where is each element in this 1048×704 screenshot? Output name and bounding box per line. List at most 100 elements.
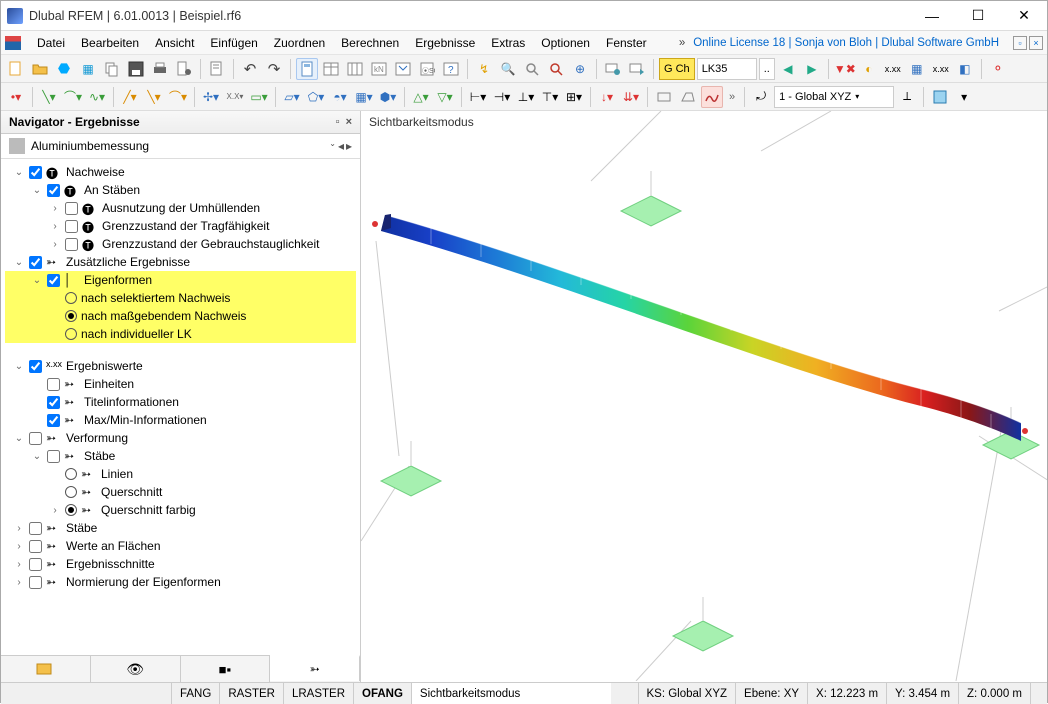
- axes-icon[interactable]: ✢▾: [200, 86, 222, 108]
- hinge4-icon[interactable]: ⊤▾: [539, 86, 561, 108]
- xxx2-icon[interactable]: x.xx: [930, 58, 952, 80]
- chk-titel[interactable]: [47, 396, 60, 409]
- undo-icon[interactable]: ↶: [239, 58, 261, 80]
- xxx-label-icon[interactable]: x.xx: [882, 58, 904, 80]
- coordsys-dropdown[interactable]: 1 - Global XYZ▾: [774, 86, 894, 108]
- view-box-icon[interactable]: [929, 86, 951, 108]
- help-icon[interactable]: ?: [440, 58, 462, 80]
- ucs-icon[interactable]: ⤾: [750, 86, 772, 108]
- radio-ef1[interactable]: [65, 292, 77, 304]
- view-add-icon[interactable]: ▾: [953, 86, 975, 108]
- hinge3-icon[interactable]: ⊥▾: [515, 86, 537, 108]
- menu-overflow-icon[interactable]: »: [679, 37, 685, 49]
- mdi-restore-icon[interactable]: ▫: [1013, 36, 1027, 50]
- ortho-icon[interactable]: [653, 86, 675, 108]
- loads-icon[interactable]: [392, 58, 414, 80]
- loadcase-dropdown[interactable]: LK35: [697, 58, 757, 80]
- chk-ergwerte[interactable]: [29, 360, 42, 373]
- surf1-icon[interactable]: ▱▾: [281, 86, 303, 108]
- category-next-icon[interactable]: ▸: [346, 139, 352, 153]
- panel-pin-icon[interactable]: ▫: [336, 116, 340, 128]
- loadcase-index[interactable]: ..: [759, 58, 775, 80]
- lc-next-icon[interactable]: ▶: [801, 58, 823, 80]
- tab-results-icon[interactable]: ➳: [270, 655, 360, 681]
- units-icon[interactable]: kN: [368, 58, 390, 80]
- load1-icon[interactable]: ↓▾: [596, 86, 618, 108]
- hinge1-icon[interactable]: ⊢▾: [467, 86, 489, 108]
- panel-close-icon[interactable]: ×: [346, 116, 352, 128]
- navigator-category[interactable]: Aluminiumbemessung ⌄◂▸: [1, 134, 360, 159]
- open-icon[interactable]: [29, 58, 51, 80]
- chk-werteflachen[interactable]: [29, 540, 42, 553]
- arc-icon[interactable]: ⌒▾: [62, 86, 84, 108]
- chk-stabe2[interactable]: [29, 522, 42, 535]
- box-icon[interactable]: ▭▾: [248, 86, 270, 108]
- menu-berechnen[interactable]: Berechnen: [333, 33, 407, 53]
- view-prev-icon[interactable]: [602, 58, 624, 80]
- lc-prev-icon[interactable]: ◀: [777, 58, 799, 80]
- app-logo-icon[interactable]: [5, 36, 21, 50]
- category-chevron-icon[interactable]: ⌄: [329, 139, 336, 153]
- radio-qfarbig[interactable]: [65, 504, 77, 516]
- chk-eigenformen[interactable]: [47, 274, 60, 287]
- chk-zuserg[interactable]: [29, 256, 42, 269]
- find-icon[interactable]: [521, 58, 543, 80]
- center-icon[interactable]: ⊕: [569, 58, 591, 80]
- areas-icon[interactable]: ◧: [954, 58, 976, 80]
- check-icon[interactable]: ⚬: [987, 58, 1009, 80]
- node-icon[interactable]: •▾: [5, 86, 27, 108]
- menu-einfuegen[interactable]: Einfügen: [202, 33, 265, 53]
- surf4-icon[interactable]: ▦▾: [353, 86, 375, 108]
- line-icon[interactable]: ╲▾: [38, 86, 60, 108]
- snap-ofang[interactable]: OFANG: [353, 683, 411, 704]
- support-icon[interactable]: △▾: [410, 86, 432, 108]
- chk-gzt[interactable]: [65, 220, 78, 233]
- cloud-icon[interactable]: ⬣: [53, 58, 75, 80]
- hinge2-icon[interactable]: ⊣▾: [491, 86, 513, 108]
- report-list-icon[interactable]: [206, 58, 228, 80]
- navigator-tree[interactable]: ⌄🅣Nachweise ⌄🅣An Stäben ›🅣Ausnutzung der…: [1, 159, 360, 655]
- chk-ergschnitte[interactable]: [29, 558, 42, 571]
- hinge5-icon[interactable]: ⊞▾: [563, 86, 585, 108]
- tables-icon[interactable]: [320, 58, 342, 80]
- radio-querschnitt[interactable]: [65, 486, 77, 498]
- minimize-button[interactable]: —: [909, 1, 955, 30]
- menu-fenster[interactable]: Fenster: [598, 33, 655, 53]
- member-icon[interactable]: ╱▾: [119, 86, 141, 108]
- render-icon[interactable]: [701, 86, 723, 108]
- category-prev-icon[interactable]: ◂: [338, 139, 344, 153]
- tab-views-icon[interactable]: ■▪: [181, 656, 271, 682]
- new-icon[interactable]: [5, 58, 27, 80]
- select-mode-icon[interactable]: ↯: [473, 58, 495, 80]
- menu-bearbeiten[interactable]: Bearbeiten: [73, 33, 147, 53]
- chk-normierung[interactable]: [29, 576, 42, 589]
- chk-einheiten[interactable]: [47, 378, 60, 391]
- screenshot-icon[interactable]: 🔍: [497, 58, 519, 80]
- chk-gzg[interactable]: [65, 238, 78, 251]
- persp-icon[interactable]: [677, 86, 699, 108]
- chk-maxmin[interactable]: [47, 414, 60, 427]
- surface-icon[interactable]: ▦: [906, 58, 928, 80]
- copy-icon[interactable]: [101, 58, 123, 80]
- surf5-icon[interactable]: ⬢▾: [377, 86, 399, 108]
- redo-icon[interactable]: ↷: [263, 58, 285, 80]
- menu-extras[interactable]: Extras: [483, 33, 533, 53]
- ucs-set-icon[interactable]: ⟂: [896, 86, 918, 108]
- grid-icon[interactable]: [344, 58, 366, 80]
- snap-raster[interactable]: RASTER: [219, 683, 283, 704]
- chk-verformung[interactable]: [29, 432, 42, 445]
- surf2-icon[interactable]: ⬠▾: [305, 86, 327, 108]
- block-icon[interactable]: ▦: [77, 58, 99, 80]
- member2-icon[interactable]: ╲▾: [143, 86, 165, 108]
- close-button[interactable]: ✕: [1001, 1, 1047, 30]
- menu-ansicht[interactable]: Ansicht: [147, 33, 202, 53]
- tab-display-icon[interactable]: 👁: [91, 656, 181, 682]
- maximize-button[interactable]: ☐: [955, 1, 1001, 30]
- tab-data-icon[interactable]: [1, 656, 91, 682]
- toolbar-overflow-icon[interactable]: »: [725, 91, 739, 103]
- view-shift-icon[interactable]: [626, 58, 648, 80]
- loadcase-tag[interactable]: G Ch: [659, 58, 695, 80]
- chk-ausnutzung[interactable]: [65, 202, 78, 215]
- menu-datei[interactable]: Datei: [29, 33, 73, 53]
- lsupport-icon[interactable]: ▽▾: [434, 86, 456, 108]
